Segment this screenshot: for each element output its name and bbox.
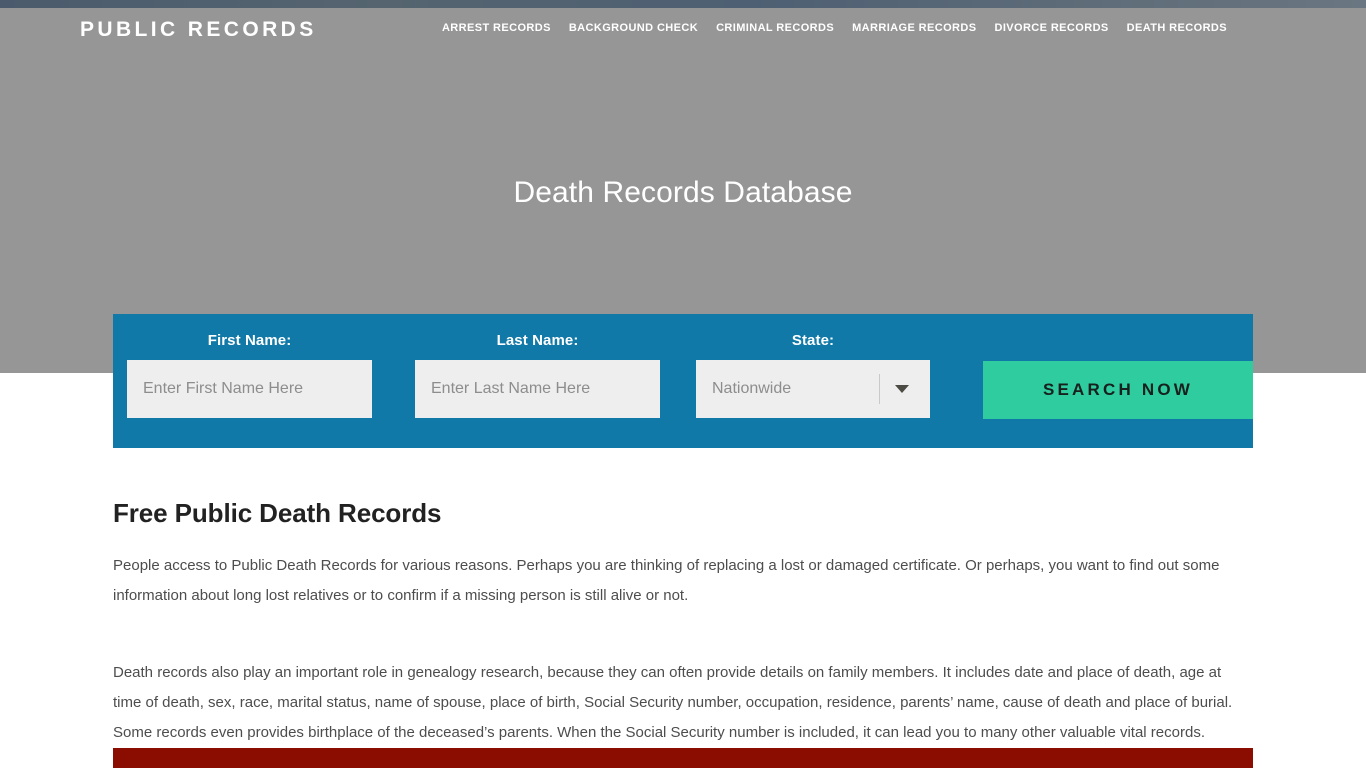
section-heading: Free Public Death Records xyxy=(113,498,442,528)
last-name-field-group: Last Name: xyxy=(415,332,660,418)
search-now-button[interactable]: SEARCH NOW xyxy=(983,361,1253,419)
last-name-input[interactable] xyxy=(415,360,660,418)
nav-item-divorce-records[interactable]: DIVORCE RECORDS xyxy=(985,22,1117,34)
intro-paragraph: People access to Public Death Records fo… xyxy=(113,557,1220,604)
first-name-label: First Name: xyxy=(207,332,292,349)
last-name-label: Last Name: xyxy=(496,332,579,349)
site-header: PUBLIC RECORDS ARREST RECORDS BACKGROUND… xyxy=(0,8,1366,52)
records-search-form: First Name: Last Name: State: Nationwide… xyxy=(113,314,1253,448)
state-select[interactable]: Nationwide xyxy=(696,360,930,418)
first-name-field-group: First Name: xyxy=(127,332,372,418)
first-name-input[interactable] xyxy=(127,360,372,418)
details-paragraph: Death records also play an important rol… xyxy=(113,664,1233,741)
site-logo[interactable]: PUBLIC RECORDS xyxy=(80,18,317,42)
select-divider xyxy=(879,374,880,404)
main-content: Free Public Death Records People access … xyxy=(0,448,1366,748)
nav-item-background-check[interactable]: BACKGROUND CHECK xyxy=(560,22,707,34)
page-title: Death Records Database xyxy=(513,176,853,209)
state-field-group: State: Nationwide xyxy=(696,332,930,418)
bottom-red-banner xyxy=(113,748,1253,768)
state-label: State: xyxy=(791,332,835,349)
primary-navigation: ARREST RECORDS BACKGROUND CHECK CRIMINAL… xyxy=(433,22,1236,34)
nav-item-arrest-records[interactable]: ARREST RECORDS xyxy=(433,22,560,34)
nav-item-death-records[interactable]: DEATH RECORDS xyxy=(1118,22,1236,34)
nav-item-criminal-records[interactable]: CRIMINAL RECORDS xyxy=(707,22,843,34)
top-accent-strip xyxy=(0,0,1366,8)
state-select-wrapper[interactable]: Nationwide xyxy=(696,360,930,418)
nav-item-marriage-records[interactable]: MARRIAGE RECORDS xyxy=(843,22,985,34)
